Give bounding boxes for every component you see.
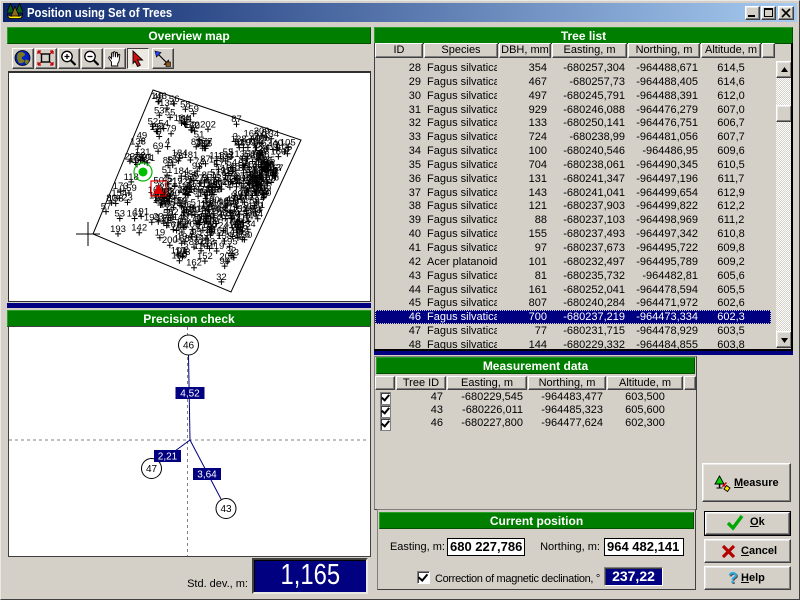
- svg-text:47: 47: [226, 194, 237, 205]
- svg-text:177: 177: [197, 137, 213, 148]
- svg-text:106: 106: [263, 173, 279, 184]
- svg-text:39: 39: [176, 196, 187, 207]
- svg-text:2,21: 2,21: [158, 452, 178, 463]
- svg-text:199: 199: [207, 180, 223, 191]
- svg-text:5: 5: [229, 147, 234, 158]
- svg-text:172: 172: [223, 172, 239, 183]
- svg-text:135: 135: [234, 149, 250, 160]
- svg-text:202: 202: [200, 119, 216, 130]
- svg-text:52: 52: [186, 120, 197, 131]
- svg-text:79: 79: [166, 124, 177, 135]
- svg-text:161: 161: [127, 209, 143, 220]
- svg-text:87: 87: [231, 114, 242, 125]
- svg-text:67: 67: [261, 128, 272, 139]
- svg-text:161: 161: [224, 218, 240, 229]
- svg-text:174: 174: [193, 173, 209, 184]
- svg-text:36: 36: [264, 159, 275, 170]
- svg-text:55: 55: [167, 155, 178, 166]
- svg-text:136: 136: [245, 186, 261, 197]
- svg-text:51: 51: [162, 165, 173, 176]
- svg-text:115: 115: [162, 191, 177, 202]
- svg-text:4: 4: [183, 184, 188, 195]
- svg-text:138: 138: [231, 134, 247, 145]
- svg-text:162: 162: [186, 258, 202, 269]
- svg-text:49: 49: [161, 216, 172, 227]
- svg-text:136: 136: [198, 228, 214, 239]
- svg-text:53: 53: [115, 209, 126, 220]
- svg-text:4: 4: [165, 137, 170, 148]
- svg-text:134: 134: [159, 98, 175, 109]
- svg-text:134: 134: [254, 143, 270, 154]
- svg-text:64: 64: [252, 209, 263, 220]
- svg-text:154: 154: [176, 218, 192, 229]
- svg-text:142: 142: [131, 223, 147, 234]
- svg-text:143: 143: [247, 160, 263, 171]
- svg-text:74: 74: [194, 157, 205, 168]
- svg-text:122: 122: [128, 153, 144, 164]
- svg-text:172: 172: [199, 206, 215, 217]
- svg-text:46: 46: [183, 341, 195, 352]
- svg-text:32: 32: [216, 272, 227, 283]
- svg-text:4,52: 4,52: [180, 389, 200, 400]
- svg-text:69: 69: [153, 141, 164, 152]
- svg-text:179: 179: [209, 155, 225, 166]
- svg-text:40: 40: [272, 138, 283, 149]
- svg-text:193: 193: [110, 224, 126, 235]
- svg-text:188: 188: [108, 194, 124, 205]
- svg-text:133: 133: [130, 136, 146, 147]
- svg-text:47: 47: [146, 464, 158, 475]
- svg-text:43: 43: [220, 504, 232, 515]
- svg-text:43: 43: [229, 248, 240, 259]
- svg-text:3,64: 3,64: [197, 470, 217, 481]
- svg-text:91: 91: [177, 246, 188, 257]
- svg-text:157: 157: [149, 122, 165, 133]
